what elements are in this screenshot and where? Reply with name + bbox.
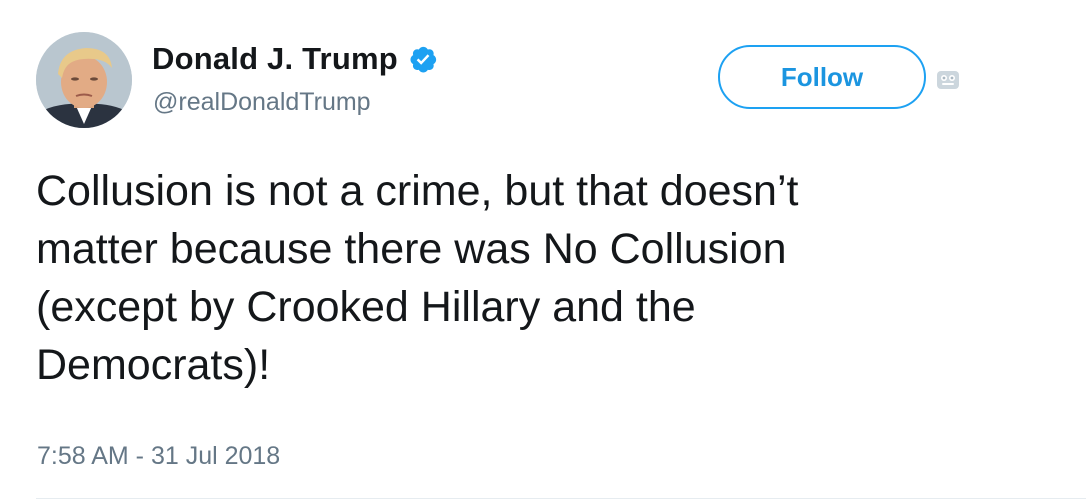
user-handle[interactable]: @realDonaldTrump bbox=[153, 88, 371, 117]
follow-button[interactable]: Follow bbox=[718, 45, 926, 109]
display-name[interactable]: Donald J. Trump bbox=[152, 41, 398, 77]
caret-menu-icon[interactable] bbox=[936, 70, 960, 90]
tweet-text: Collusion is not a crime, but that doesn… bbox=[36, 167, 799, 389]
tweet-card: Donald J. Trump @realDonaldTrump Follow … bbox=[0, 0, 1086, 502]
verified-badge-icon bbox=[408, 44, 438, 74]
avatar[interactable] bbox=[36, 32, 132, 128]
divider bbox=[36, 498, 1086, 499]
profile-photo-icon bbox=[36, 32, 132, 128]
tweet-timestamp[interactable]: 7:58 AM - 31 Jul 2018 bbox=[37, 442, 280, 471]
display-name-row: Donald J. Trump bbox=[152, 38, 438, 80]
